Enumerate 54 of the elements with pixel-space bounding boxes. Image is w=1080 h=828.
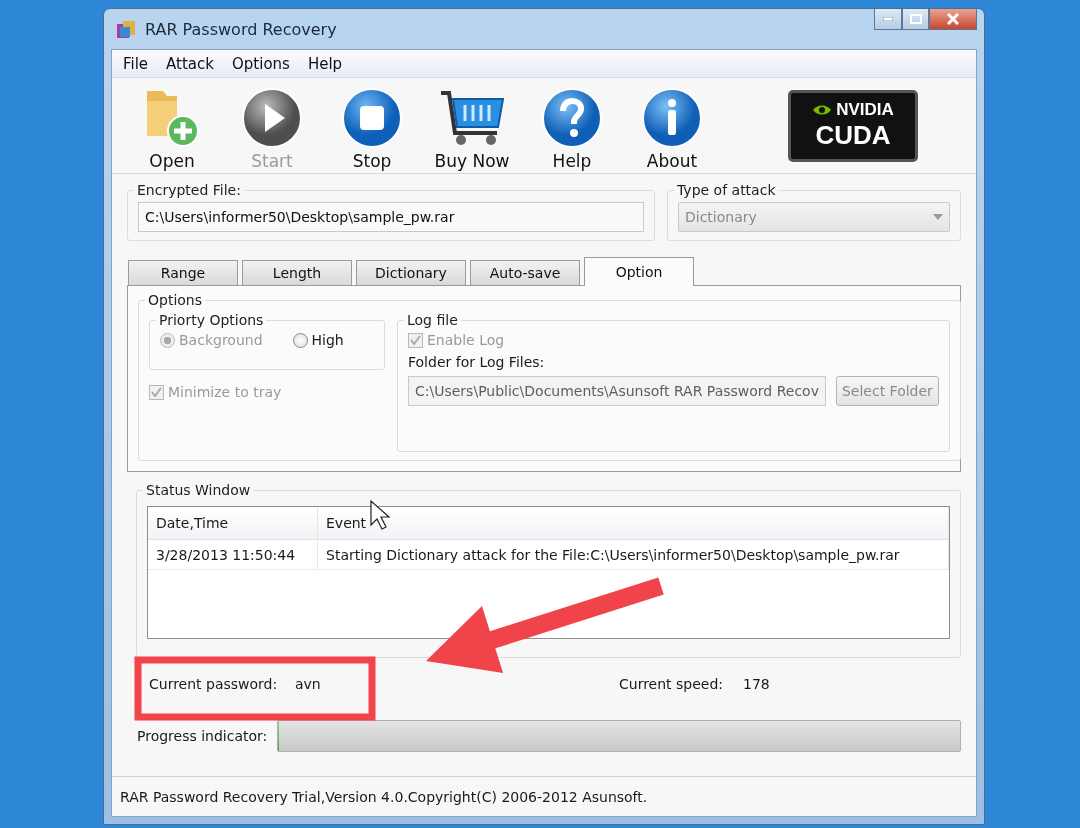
tab[interactable]: Auto-save [470, 260, 580, 286]
stop-icon [341, 86, 403, 149]
info-icon [641, 86, 703, 149]
group-title: Encrypted File: [136, 182, 242, 198]
tab[interactable]: Dictionary [356, 260, 466, 286]
status-text: RAR Password Recovery Trial,Version 4.0.Copyright(C) 2006-2012 Asunsoft. [120, 788, 648, 805]
checkbox-label: Minimize to tray [168, 384, 282, 400]
password-value: avn [295, 676, 322, 692]
column-header[interactable]: Date,Time [148, 507, 318, 539]
checkmark-icon [151, 387, 162, 397]
file-path-field[interactable]: C:\Users\informer50\Desktop\sample_pw.rar [138, 202, 644, 232]
close-icon [947, 13, 959, 25]
brand-text: NVIDIA [836, 100, 894, 120]
maximize-icon [909, 14, 922, 24]
toolbar-button[interactable]: Open [122, 80, 222, 171]
menu-item[interactable]: File [116, 54, 156, 73]
radio-button[interactable] [292, 332, 308, 348]
tab[interactable]: Option [584, 257, 694, 286]
menu-item[interactable]: Help [300, 54, 350, 73]
menu-item[interactable]: Options [225, 54, 297, 73]
group-title: Type of attack [676, 182, 777, 198]
menu-item[interactable]: Attack [159, 54, 221, 73]
app-icon [115, 18, 137, 40]
window-title: RAR Password Recovery [145, 19, 338, 39]
tab[interactable]: Length [242, 260, 352, 286]
speed-label: Current speed: [619, 676, 725, 692]
checkbox-label: Enable Log [427, 332, 505, 348]
table-cell: Starting Dictionary attack for the File:C:\Users\informer50\Desktop\sample_pw.rar [318, 540, 949, 569]
close-button[interactable] [929, 9, 977, 30]
product-text: CUDA [815, 120, 891, 151]
help-icon [541, 86, 603, 149]
maximize-button[interactable] [902, 9, 929, 30]
minimize-button[interactable] [874, 9, 902, 30]
radio-label: Background [179, 332, 263, 348]
progress-label: Progress indicator: [137, 728, 268, 744]
tab[interactable]: Range [128, 260, 238, 286]
password-label: Current password: [149, 676, 279, 692]
group-title: Log file [406, 312, 459, 328]
table-cell: 3/28/2013 11:50:44 [148, 540, 318, 569]
toolbar-button[interactable]: Buy Now [422, 80, 522, 171]
group-title: Status Window [145, 482, 252, 498]
speed-value: 178 [743, 676, 770, 692]
eye-icon [812, 103, 833, 117]
toolbar-button[interactable]: Stop [322, 80, 422, 171]
checkmark-icon [410, 335, 421, 345]
group-title: Priorty Options [158, 312, 265, 328]
caret-icon [933, 214, 943, 220]
toolbar-button[interactable]: About [622, 80, 722, 171]
radio-label: High [311, 332, 344, 348]
minimize-icon [883, 17, 893, 21]
toolbar-button[interactable]: Help [522, 80, 622, 171]
group-title: Options [147, 292, 204, 308]
play-icon [241, 86, 303, 149]
field-label: Folder for Log Files: [408, 354, 546, 370]
